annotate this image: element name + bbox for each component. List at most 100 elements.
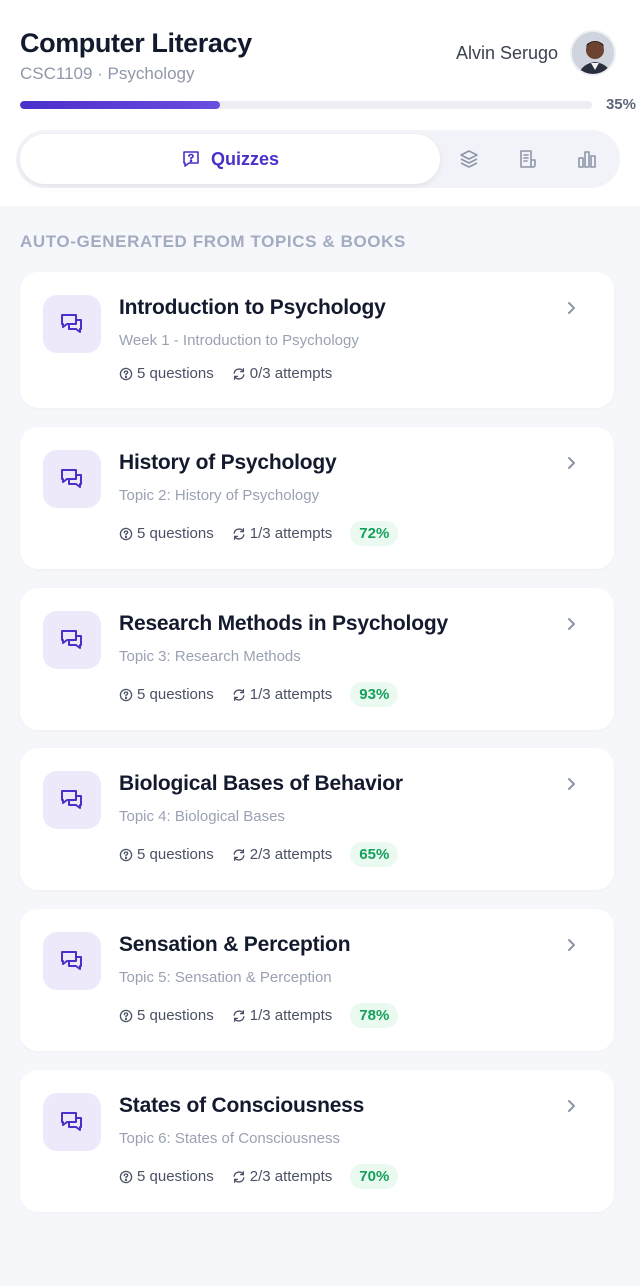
refresh-icon: [233, 527, 245, 540]
tab-quizzes-label: Quizzes: [210, 148, 280, 169]
user-profile[interactable]: Alvin Serugo: [456, 30, 616, 76]
question-count: 5 questions: [119, 686, 214, 703]
chevron-right-icon: [568, 939, 575, 951]
tab-layers[interactable]: [440, 134, 499, 184]
refresh-icon: [233, 1170, 245, 1183]
question-count: 5 questions: [119, 1007, 214, 1024]
attempt-count-text: 1/3 attempts: [249, 1007, 333, 1024]
attempt-count-text: 1/3 attempts: [249, 686, 333, 703]
quiz-card-icon: [43, 1093, 101, 1151]
tab-quizzes[interactable]: Quizzes: [20, 134, 440, 184]
quiz-card[interactable]: Biological Bases of Behavior Topic 4: Bi…: [20, 748, 614, 890]
quiz-subtitle: Topic 3: Research Methods: [119, 648, 301, 665]
question-count: 5 questions: [119, 525, 214, 542]
avatar[interactable]: [570, 30, 616, 76]
attempt-count: 2/3 attempts: [232, 846, 333, 863]
quiz-meta: 5 questions 1/3 attempts 93%: [119, 682, 399, 707]
attempt-count: 0/3 attempts: [232, 365, 333, 382]
user-name: Alvin Serugo: [455, 42, 558, 63]
progress-track: [20, 100, 592, 109]
chat-icon: [61, 314, 82, 333]
tab-stats[interactable]: [557, 134, 616, 184]
help-circle-icon: [119, 688, 133, 701]
tab-notes[interactable]: [499, 134, 558, 184]
attempt-count-text: 2/3 attempts: [249, 1168, 333, 1185]
chevron-right-icon: [568, 1100, 575, 1112]
quiz-meta: 5 questions 2/3 attempts 70%: [119, 1164, 399, 1189]
chat-icon: [61, 469, 82, 488]
attempt-count: 1/3 attempts: [232, 1007, 333, 1024]
quiz-card[interactable]: History of Psychology Topic 2: History o…: [20, 427, 614, 569]
course-subtitle: CSC1109 · Psychology: [20, 64, 195, 83]
attempt-count-text: 1/3 attempts: [249, 525, 333, 542]
quiz-meta: 5 questions 0/3 attempts: [119, 365, 350, 382]
refresh-icon: [233, 688, 245, 701]
quiz-title: Biological Bases of Behavior: [119, 772, 403, 795]
question-count: 5 questions: [119, 1168, 214, 1185]
course-title: Computer Literacy: [20, 28, 252, 58]
quiz-title: Sensation & Perception: [119, 933, 351, 956]
quiz-card-icon: [43, 295, 101, 353]
quiz-card[interactable]: Research Methods in Psychology Topic 3: …: [20, 588, 614, 730]
question-count-text: 5 questions: [137, 525, 214, 542]
question-count: 5 questions: [119, 365, 214, 382]
quiz-subtitle: Topic 5: Sensation & Perception: [119, 969, 332, 986]
quiz-subtitle: Topic 6: States of Consciousness: [119, 1130, 340, 1147]
score-badge: 70%: [350, 1164, 399, 1189]
quiz-card-icon: [43, 932, 101, 990]
question-count-text: 5 questions: [137, 686, 214, 703]
quiz-meta: 5 questions 1/3 attempts 78%: [119, 1003, 399, 1028]
chevron-right-icon: [568, 457, 575, 469]
question-count: 5 questions: [119, 846, 214, 863]
quiz-card[interactable]: States of Consciousness Topic 6: States …: [20, 1070, 614, 1212]
question-count-text: 5 questions: [137, 1007, 214, 1024]
quiz-icon: [183, 151, 199, 167]
document-icon: [520, 150, 536, 168]
quiz-meta: 5 questions 2/3 attempts 65%: [119, 842, 399, 867]
refresh-icon: [233, 848, 245, 861]
quiz-subtitle: Week 1 - Introduction to Psychology: [119, 332, 359, 349]
help-circle-icon: [119, 848, 133, 861]
attempt-count: 2/3 attempts: [232, 1168, 333, 1185]
attempt-count-text: 0/3 attempts: [249, 365, 333, 382]
score-badge: 72%: [350, 521, 399, 546]
course-progress: 35%: [20, 96, 636, 113]
quiz-card-icon: [43, 771, 101, 829]
quiz-card[interactable]: Sensation & Perception Topic 5: Sensatio…: [20, 909, 614, 1051]
score-badge: 93%: [350, 682, 399, 707]
score-badge: 78%: [350, 1003, 399, 1028]
quiz-meta: 5 questions 1/3 attempts 72%: [119, 521, 399, 546]
question-count-text: 5 questions: [137, 365, 214, 382]
score-badge: 65%: [350, 842, 399, 867]
help-circle-icon: [119, 367, 133, 380]
section-label: AUTO-GENERATED FROM TOPICS & BOOKS: [20, 232, 406, 251]
progress-percent: 35%: [605, 96, 636, 113]
help-circle-icon: [119, 1009, 133, 1022]
chevron-right-icon: [568, 618, 575, 630]
help-circle-icon: [119, 527, 133, 540]
quiz-title: Research Methods in Psychology: [119, 612, 448, 635]
quiz-subtitle: Topic 2: History of Psychology: [119, 487, 320, 504]
course-header: Computer Literacy CSC1109 · Psychology A…: [0, 0, 640, 206]
help-circle-icon: [119, 1170, 133, 1183]
refresh-icon: [233, 367, 245, 380]
quiz-title: Introduction to Psychology: [119, 296, 386, 319]
question-count-text: 5 questions: [137, 846, 214, 863]
attempt-count: 1/3 attempts: [232, 525, 333, 542]
tab-bar: Quizzes: [16, 130, 620, 188]
attempt-count-text: 2/3 attempts: [249, 846, 333, 863]
chat-icon: [61, 1112, 82, 1131]
quiz-card[interactable]: Introduction to Psychology Week 1 - Intr…: [20, 272, 614, 408]
refresh-icon: [233, 1009, 245, 1022]
chat-icon: [61, 790, 82, 809]
question-count-text: 5 questions: [137, 1168, 214, 1185]
chevron-right-icon: [568, 302, 575, 314]
quiz-title: States of Consciousness: [119, 1094, 365, 1117]
quiz-card-icon: [43, 450, 101, 508]
quiz-card-icon: [43, 611, 101, 669]
progress-fill: [20, 100, 221, 109]
bar-chart-icon: [577, 151, 596, 168]
layers-icon: [460, 150, 479, 168]
quiz-subtitle: Topic 4: Biological Bases: [119, 808, 285, 825]
quiz-title: History of Psychology: [119, 451, 337, 474]
